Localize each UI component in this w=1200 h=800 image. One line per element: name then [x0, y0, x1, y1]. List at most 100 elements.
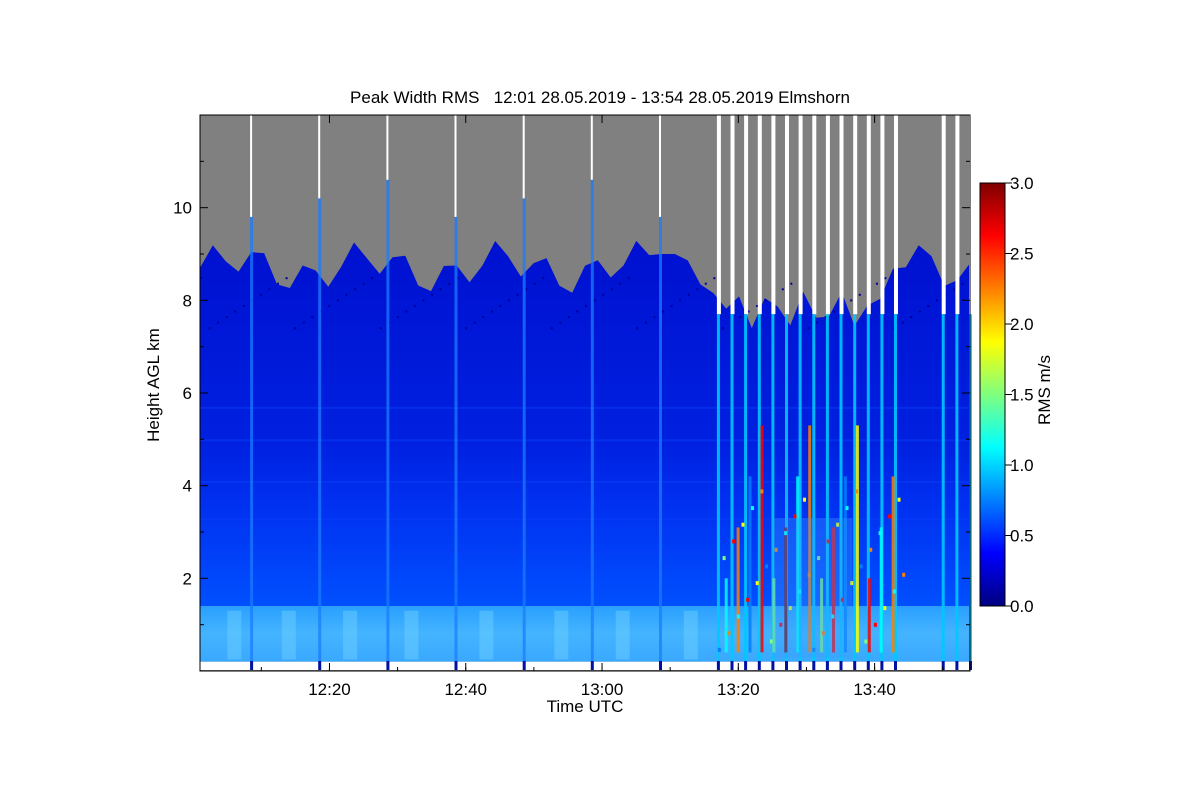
gap-column-signal — [716, 314, 720, 661]
speckle-mark — [687, 293, 690, 296]
speckle-mark — [704, 282, 707, 285]
colorbar — [979, 182, 1006, 607]
speckle-mark — [328, 305, 331, 307]
boundary-layer-plume — [479, 610, 494, 660]
gap-column-base — [771, 661, 775, 670]
speckle-mark — [311, 316, 314, 319]
speckle-mark — [679, 299, 682, 302]
convective-cell — [736, 527, 740, 653]
speckle-mark — [567, 316, 570, 319]
gap-column-base — [757, 661, 761, 670]
gap-column-signal — [250, 216, 254, 661]
boundary-layer-plume — [281, 610, 296, 660]
speckle-mark — [277, 282, 279, 285]
speckle-mark — [952, 288, 955, 291]
gap-column-base — [386, 661, 390, 670]
speckle-mark — [371, 277, 374, 280]
speckle-mark — [362, 282, 365, 285]
speckle-mark — [593, 299, 596, 302]
speckle-mark — [927, 305, 930, 307]
gap-column-signal — [659, 216, 662, 661]
boundary-layer-plume — [615, 610, 630, 660]
speckle-mark — [935, 299, 938, 302]
speckle-mark — [816, 321, 818, 324]
data-gap-streak — [522, 115, 525, 199]
gap-column-base — [730, 661, 734, 670]
speckle-mark — [379, 327, 382, 330]
speckle-mark — [790, 282, 793, 285]
speckle-mark — [910, 316, 913, 319]
gap-column-base — [839, 661, 843, 670]
speckle-mark — [439, 288, 442, 291]
convective-speckle — [746, 597, 750, 602]
gap-column-signal — [318, 198, 322, 661]
convective-speckle — [727, 631, 731, 636]
speckle-mark — [653, 316, 656, 319]
speckle-mark — [345, 293, 348, 296]
gap-column-base — [894, 661, 897, 670]
speckle-mark — [721, 327, 724, 330]
speckle-mark — [396, 316, 399, 319]
gap-column-base — [798, 661, 802, 670]
speckle-mark — [542, 277, 545, 280]
convective-speckle — [803, 497, 806, 502]
precipitation-region — [772, 518, 853, 658]
convective-speckle — [760, 489, 764, 494]
colorbar-tick-label: 0.5 — [1010, 527, 1034, 546]
gap-column-base — [454, 661, 458, 670]
speckle-mark — [405, 310, 408, 313]
speckle-mark — [602, 293, 605, 296]
convective-speckle — [741, 522, 745, 527]
speckle-mark — [918, 310, 921, 313]
gap-column-base — [785, 661, 788, 670]
speckle-mark — [225, 316, 228, 319]
speckle-mark — [875, 282, 878, 285]
speckle-mark — [713, 277, 716, 280]
data-gap-streak — [955, 115, 960, 315]
convective-cell — [724, 578, 728, 653]
speckle-mark — [242, 305, 245, 307]
convective-speckle — [855, 489, 858, 494]
data-gap-streak — [757, 115, 762, 315]
gap-column-signal — [590, 179, 594, 661]
speckle-mark — [662, 310, 664, 313]
convective-speckle — [864, 639, 868, 644]
gap-column-base — [659, 661, 662, 670]
y-tick-label: 8 — [183, 291, 192, 310]
gap-column-base — [590, 661, 594, 670]
convective-speckle — [722, 556, 726, 561]
gap-column-base — [825, 661, 829, 670]
gap-column-signal — [730, 314, 734, 661]
speckle-mark — [465, 327, 468, 330]
speckle-mark — [499, 305, 502, 307]
data-gap-streak — [771, 115, 776, 315]
data-gap-streak — [812, 115, 817, 315]
convective-speckle — [755, 581, 759, 586]
speckle-mark — [576, 310, 579, 313]
gap-column-base — [744, 661, 748, 670]
speckle-mark — [696, 288, 699, 291]
colorbar-tick-label: 1.0 — [1010, 456, 1034, 475]
gap-column-signal — [454, 216, 458, 661]
gap-column-signal — [744, 314, 748, 661]
colorbar-tick-label: 3.0 — [1010, 174, 1034, 193]
gap-column-signal — [757, 314, 761, 661]
colorbar-label: RMS m/s — [1035, 355, 1054, 425]
speckle-mark — [884, 277, 887, 280]
speckle-mark — [644, 321, 647, 324]
convective-speckle — [888, 514, 892, 519]
speckle-mark — [294, 327, 297, 330]
gap-column-base — [866, 661, 870, 670]
speckle-mark — [627, 277, 630, 280]
speckle-mark — [670, 305, 673, 307]
convective-speckle — [873, 622, 877, 627]
speckle-mark — [259, 293, 262, 296]
boundary-layer-plume — [554, 610, 569, 660]
heatmap-chart: 246810 12:20 12:40 13:00 13:20 13:40 0.00.51… — [173, 114, 1034, 699]
convective-speckle — [751, 506, 754, 511]
convective-cell — [891, 476, 895, 653]
data-gap-streak — [386, 115, 389, 180]
boundary-layer-plume — [404, 610, 419, 660]
speckle-mark — [217, 321, 220, 324]
speckle-mark — [619, 282, 622, 285]
